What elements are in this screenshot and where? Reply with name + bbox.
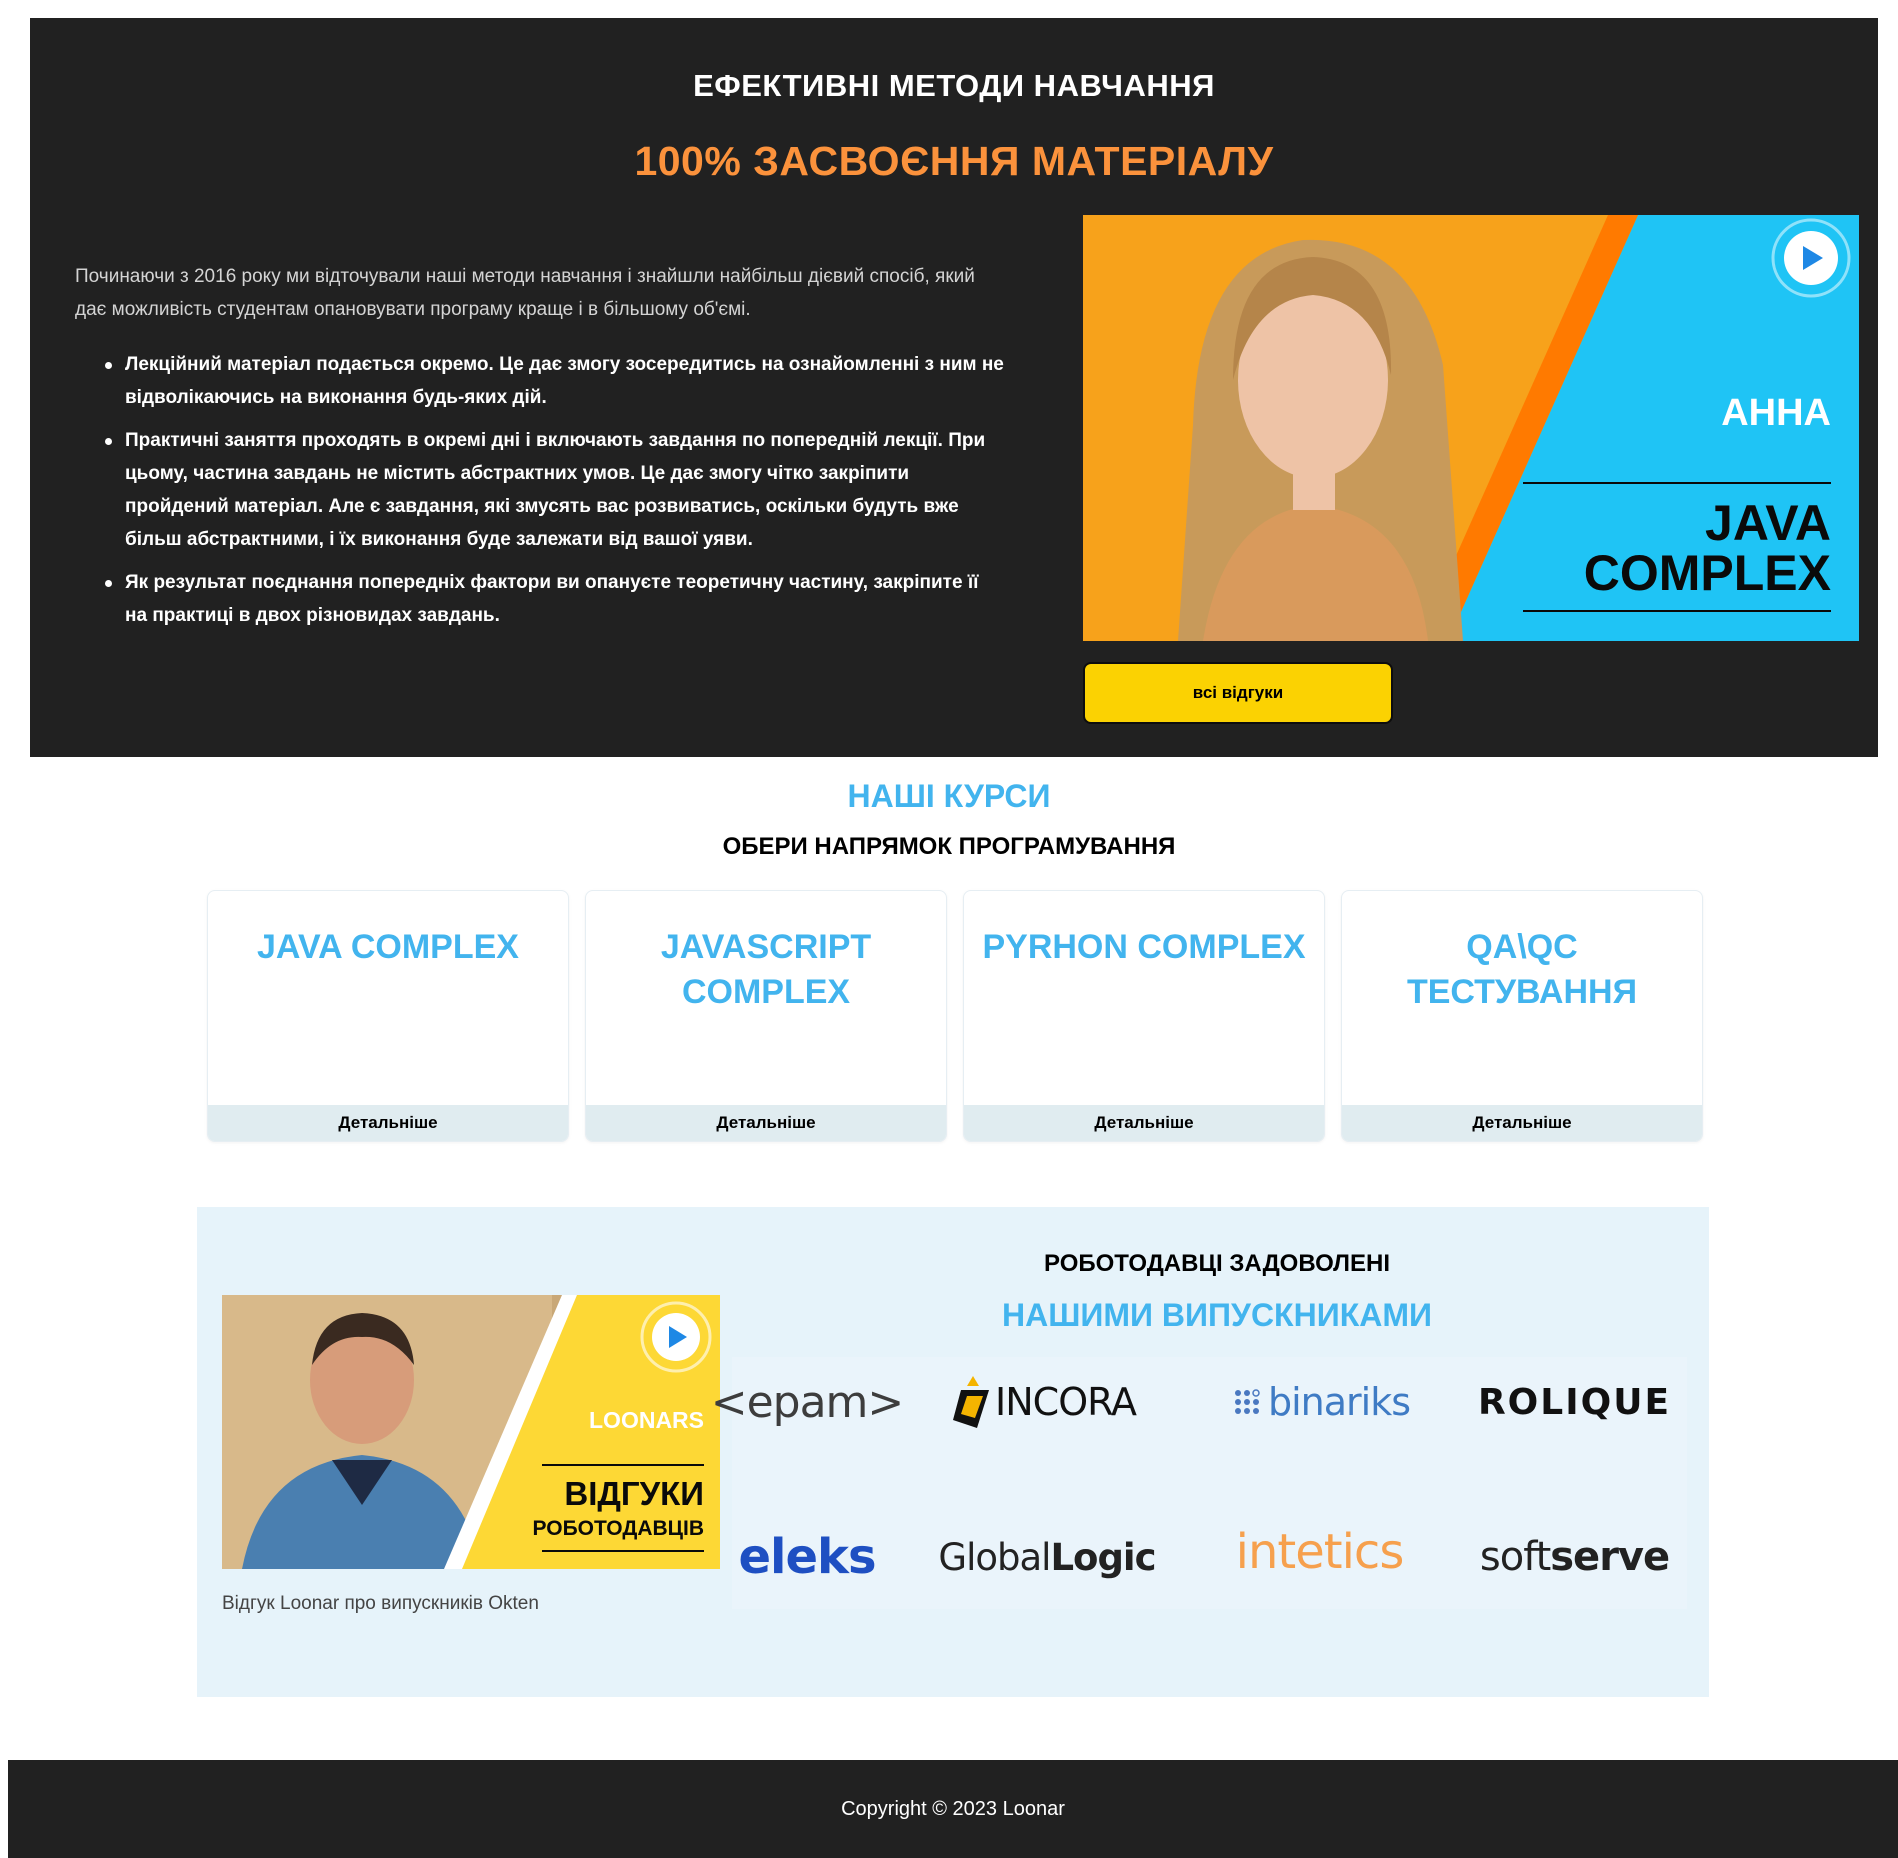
method-list-item: Як результат поєднання попередніх фактор… [105, 566, 1005, 632]
course-details-link[interactable]: Детальніше [964, 1105, 1324, 1141]
employers-section: РОБОТОДАВЦІ ЗАДОВОЛЕНІ НАШИМИ ВИПУСКНИКА… [197, 1207, 1709, 1697]
video-thumbnail-graphic: LOONARS ВІДГУКИ РОБОТОДАВЦІВ [222, 1295, 720, 1569]
course-details-link[interactable]: Детальніше [586, 1105, 946, 1141]
binariks-logo-text: binariks [1267, 1380, 1411, 1424]
course-cards: JAVA COMPLEX Детальніше JAVASCRIPT COMPL… [207, 890, 1703, 1142]
video-title-line1: ВІДГУКИ [564, 1475, 704, 1512]
hero-section: ЕФЕКТИВНІ МЕТОДИ НАВЧАННЯ 100% ЗАСВОЄННЯ… [30, 18, 1878, 757]
globallogic-logo-text-part: Global [938, 1535, 1051, 1579]
footer: Copyright © 2023 Loonar [8, 1760, 1898, 1858]
course-card-title: PYRHON COMPLEX [964, 925, 1324, 970]
copyright-text: Copyright © 2023 Loonar [841, 1797, 1065, 1820]
epam-logo: <epam> [711, 1367, 905, 1437]
course-title-line: ТЕСТУВАННЯ [1406, 973, 1638, 1011]
course-details-link[interactable]: Детальніше [208, 1105, 568, 1141]
employer-logos: <epam> INCORA binariks ROLIQUE eleks Glo… [711, 1357, 1687, 1609]
course-card-title: QA\QC ТЕСТУВАННЯ [1342, 925, 1702, 1015]
softserve-logo-text-part: soft [1479, 1534, 1551, 1580]
student-review-video[interactable]: АННА JAVA COMPLEX [1083, 215, 1859, 641]
video-course-line2: COMPLEX [1584, 545, 1831, 601]
method-list-item: Практичні заняття проходять в окремі дні… [105, 424, 1005, 556]
course-card-java[interactable]: JAVA COMPLEX Детальніше [207, 890, 569, 1142]
hero-title: ЕФЕКТИВНІ МЕТОДИ НАВЧАННЯ [693, 68, 1215, 103]
globallogic-logo-text-part: Logic [1050, 1535, 1156, 1579]
incora-logo: INCORA [937, 1367, 1152, 1437]
course-card-qa[interactable]: QA\QC ТЕСТУВАННЯ Детальніше [1341, 890, 1703, 1142]
course-title-line: PYRHON COMPLEX [982, 928, 1306, 966]
course-card-javascript[interactable]: JAVASCRIPT COMPLEX Детальніше [585, 890, 947, 1142]
incora-mark-icon [953, 1376, 990, 1428]
courses-subtitle: ОБЕРИ НАПРЯМОК ПРОГРАМУВАННЯ [722, 833, 1176, 860]
video-course-line1: JAVA [1705, 495, 1831, 551]
epam-logo-text: <epam> [710, 1376, 905, 1428]
method-list: Лекційний матеріал подається окремо. Це … [105, 348, 1005, 642]
binariks-dots-icon [1234, 1389, 1260, 1414]
employer-review-video[interactable]: LOONARS ВІДГУКИ РОБОТОДАВЦІВ [222, 1295, 720, 1569]
all-reviews-button[interactable]: всі відгуки [1083, 662, 1393, 724]
course-title-line: COMPLEX [681, 973, 851, 1011]
intetics-logo: intetics [1227, 1517, 1412, 1587]
video-thumbnail-graphic: АННА JAVA COMPLEX [1083, 215, 1859, 641]
course-title-line: QA\QC [1466, 928, 1578, 966]
video-title-line2: РОБОТОДАВЦІВ [533, 1517, 705, 1540]
softserve-logo: soft serve [1467, 1522, 1682, 1592]
course-card-python[interactable]: PYRHON COMPLEX Детальніше [963, 890, 1325, 1142]
hero-intro-text: Починаючи з 2016 року ми відточували наш… [75, 266, 975, 320]
incora-logo-text: INCORA [995, 1380, 1137, 1424]
eleks-logo: eleks [732, 1522, 882, 1592]
method-list-item: Лекційний матеріал подається окремо. Це … [105, 348, 1005, 414]
video-student-name: АННА [1721, 392, 1831, 434]
intetics-logo-text: intetics [1235, 1524, 1405, 1580]
globallogic-logo: Global Logic [927, 1522, 1167, 1592]
course-card-title: JAVA COMPLEX [208, 925, 568, 970]
employer-video-caption: Відгук Loonar про випускників Okten [222, 1593, 539, 1614]
binariks-logo: binariks [1222, 1367, 1422, 1437]
hero-subtitle: 100% ЗАСВОЄННЯ МАТЕРІАЛУ [634, 138, 1274, 184]
rolique-logo: ROLIQUE [1472, 1367, 1677, 1437]
course-title-line: JAVASCRIPT [660, 928, 872, 966]
course-card-title: JAVASCRIPT COMPLEX [586, 925, 946, 1015]
employers-subtitle: НАШИМИ ВИПУСКНИКАМИ [1002, 1297, 1432, 1333]
eleks-logo-text: eleks [738, 1529, 876, 1585]
course-title-line: JAVA COMPLEX [257, 928, 519, 966]
softserve-logo-text-part: serve [1550, 1534, 1670, 1580]
rolique-logo-text: ROLIQUE [1477, 1381, 1672, 1423]
video-brand: LOONARS [589, 1407, 704, 1433]
courses-title: НАШІ КУРСИ [847, 778, 1051, 814]
course-details-link[interactable]: Детальніше [1342, 1105, 1702, 1141]
employers-title: РОБОТОДАВЦІ ЗАДОВОЛЕНІ [1044, 1250, 1390, 1277]
